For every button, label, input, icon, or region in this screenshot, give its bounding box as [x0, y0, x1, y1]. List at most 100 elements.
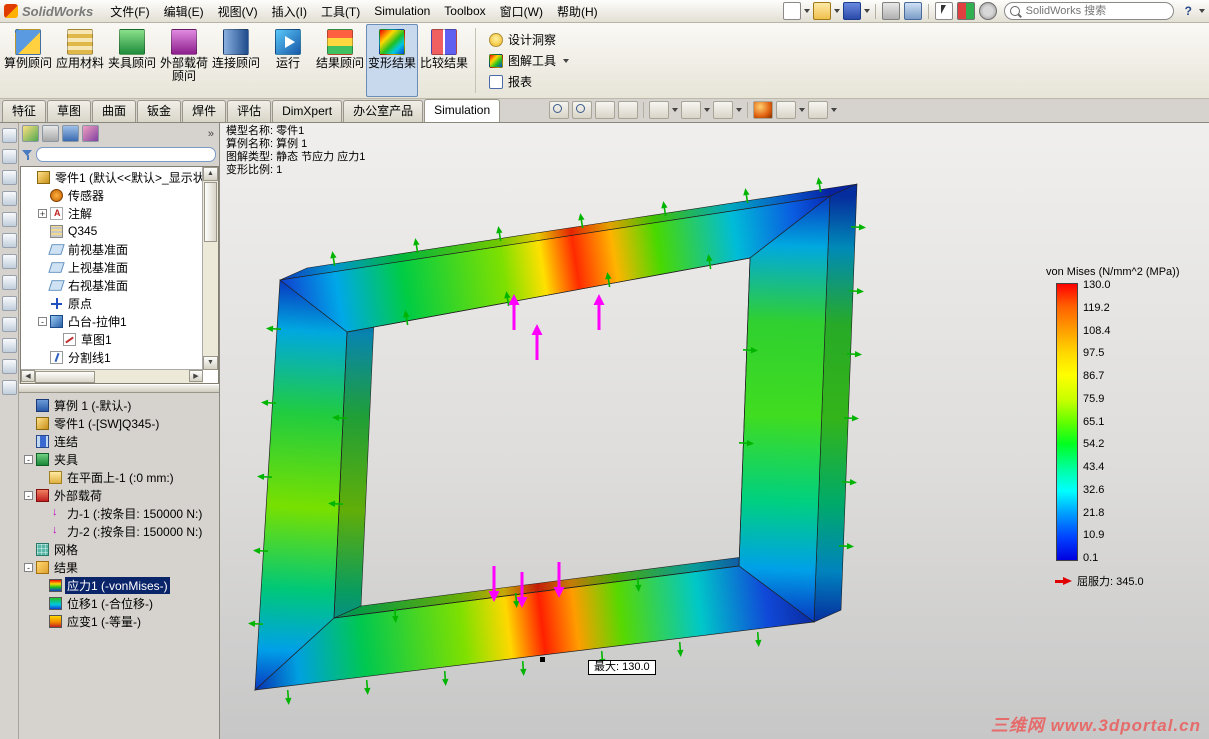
command-tab[interactable]: 焊件	[182, 100, 227, 122]
menu-item[interactable]: 工具(T)	[314, 1, 367, 22]
tree-item[interactable]: 传感器	[21, 186, 203, 204]
command-tab[interactable]: 钣金	[137, 100, 182, 122]
expand-toggle[interactable]: -	[24, 562, 33, 572]
side-tool-icon[interactable]	[1, 338, 17, 353]
menu-item[interactable]: Toolbox	[437, 2, 492, 20]
tree-item[interactable]: 原点	[21, 294, 203, 312]
zoom-area-icon[interactable]	[572, 101, 593, 119]
tree-item[interactable]: 连结	[20, 432, 218, 450]
help-dropdown-icon[interactable]	[1199, 9, 1205, 13]
chevron-down-icon[interactable]	[704, 108, 711, 112]
tree-item[interactable]: Q345	[21, 222, 203, 240]
tree-item[interactable]: 上视基准面	[21, 258, 203, 276]
chevron-down-icon[interactable]	[799, 108, 806, 112]
display-manager-tab-icon[interactable]	[82, 125, 99, 142]
select-icon[interactable]	[934, 2, 953, 20]
command-tab[interactable]: 草图	[47, 100, 92, 122]
chevron-down-icon[interactable]	[831, 108, 838, 112]
ribbon-side-button[interactable]: 图解工具	[489, 52, 570, 69]
menu-item[interactable]: 编辑(E)	[157, 1, 211, 22]
tree-item[interactable]: 网格	[20, 540, 218, 558]
tree-item[interactable]: 前视基准面	[21, 240, 203, 258]
tree-item[interactable]: 应变1 (-等量-)	[20, 612, 218, 630]
options-icon[interactable]	[978, 2, 997, 20]
side-tool-icon[interactable]	[1, 359, 17, 374]
new-dropdown-icon[interactable]	[803, 9, 810, 13]
expand-toggle[interactable]: +	[38, 208, 47, 218]
tree-item[interactable]: 右视基准面	[21, 276, 203, 294]
ribbon-button[interactable]: 比较结果	[418, 24, 470, 97]
ribbon-button[interactable]: 变形结果	[366, 24, 418, 97]
zoom-fit-icon[interactable]	[549, 101, 570, 119]
tree-item[interactable]: 草图1	[21, 330, 203, 348]
apply-scene-icon[interactable]	[776, 101, 797, 119]
tree-item[interactable]: 力-1 (:按条目: 150000 N:)	[20, 504, 218, 522]
tree-item[interactable]: 在平面上-1 (:0 mm:)	[20, 468, 218, 486]
open-dropdown-icon[interactable]	[833, 9, 840, 13]
side-tool-icon[interactable]	[1, 212, 17, 227]
tree-item[interactable]: + 注解	[21, 204, 203, 222]
section-view-icon[interactable]	[618, 101, 639, 119]
side-tool-icon[interactable]	[1, 317, 17, 332]
side-tool-icon[interactable]	[1, 170, 17, 185]
side-tool-icon[interactable]	[1, 296, 17, 311]
tree-item[interactable]: - 凸台-拉伸1	[21, 312, 203, 330]
tree-filter-input[interactable]	[36, 147, 216, 162]
scrollbar-thumb[interactable]	[35, 371, 95, 383]
command-tab[interactable]: 曲面	[92, 100, 137, 122]
ribbon-button[interactable]: 外部载荷顾问	[158, 24, 210, 97]
print-icon[interactable]	[881, 2, 900, 20]
menu-item[interactable]: 插入(I)	[265, 1, 314, 22]
graphics-viewport[interactable]: 模型名称: 零件1 算例名称: 算例 1 图解类型: 静态 节应力 应力1 变形…	[220, 122, 1209, 739]
tree-item[interactable]: 位移1 (-合位移-)	[20, 594, 218, 612]
side-tool-icon[interactable]	[1, 233, 17, 248]
side-tool-icon[interactable]	[1, 149, 17, 164]
scroll-right-button[interactable]: ▶	[189, 370, 203, 382]
view-settings-icon[interactable]	[808, 101, 829, 119]
tree-item[interactable]: - 外部载荷	[20, 486, 218, 504]
side-tool-icon[interactable]	[1, 275, 17, 290]
menu-item[interactable]: 文件(F)	[103, 1, 156, 22]
tree-item[interactable]: 分割线1	[21, 348, 203, 366]
horizontal-scrollbar[interactable]: ◀ ▶	[21, 369, 203, 383]
command-tab[interactable]: 评估	[227, 100, 272, 122]
ribbon-button[interactable]: 结果顾问	[314, 24, 366, 97]
chevron-down-icon[interactable]	[672, 108, 679, 112]
expand-toggle[interactable]: -	[24, 454, 33, 464]
menu-item[interactable]: 窗口(W)	[493, 1, 550, 22]
property-manager-tab-icon[interactable]	[42, 125, 59, 142]
open-icon[interactable]	[812, 2, 831, 20]
ribbon-button[interactable]: 算例顾问	[2, 24, 54, 97]
expand-toggle[interactable]: -	[38, 316, 47, 326]
search-input[interactable]	[1023, 4, 1146, 18]
new-document-icon[interactable]	[782, 2, 801, 20]
undo-icon[interactable]	[903, 2, 922, 20]
tree-item[interactable]: 力-2 (:按条目: 150000 N:)	[20, 522, 218, 540]
menu-item[interactable]: 视图(V)	[211, 1, 265, 22]
scroll-up-button[interactable]: ▲	[203, 167, 218, 181]
feature-manager-tab-icon[interactable]	[22, 125, 39, 142]
scroll-left-button[interactable]: ◀	[21, 370, 35, 382]
scroll-down-button[interactable]: ▼	[203, 356, 218, 370]
display-style-icon[interactable]	[681, 101, 702, 119]
rebuild-icon[interactable]	[956, 2, 975, 20]
tree-item[interactable]: 应力1 (-vonMises-)	[20, 576, 218, 594]
ribbon-button[interactable]: 夹具顾问	[106, 24, 158, 97]
ribbon-button[interactable]: 连接顾问	[210, 24, 262, 97]
side-tool-icon[interactable]	[1, 128, 17, 143]
tree-item[interactable]: 零件1 (-[SW]Q345-)	[20, 414, 218, 432]
search-box[interactable]	[1003, 2, 1174, 20]
side-tool-icon[interactable]	[1, 254, 17, 269]
side-tool-icon[interactable]	[1, 380, 17, 395]
ribbon-side-button[interactable]: 设计洞察	[489, 31, 569, 48]
ribbon-side-button[interactable]: 报表	[489, 73, 569, 90]
help-button[interactable]: ?	[1180, 4, 1197, 18]
configuration-manager-tab-icon[interactable]	[62, 125, 79, 142]
scrollbar-thumb[interactable]	[204, 182, 217, 242]
hide-show-items-icon[interactable]	[713, 101, 734, 119]
tree-root-item[interactable]: 零件1 (默认<<默认>_显示状	[21, 168, 203, 186]
tree-item[interactable]: 算例 1 (-默认-)	[20, 396, 218, 414]
expand-toggle[interactable]: -	[24, 490, 33, 500]
tree-item[interactable]: - 夹具	[20, 450, 218, 468]
ribbon-button[interactable]: 运行	[262, 24, 314, 97]
